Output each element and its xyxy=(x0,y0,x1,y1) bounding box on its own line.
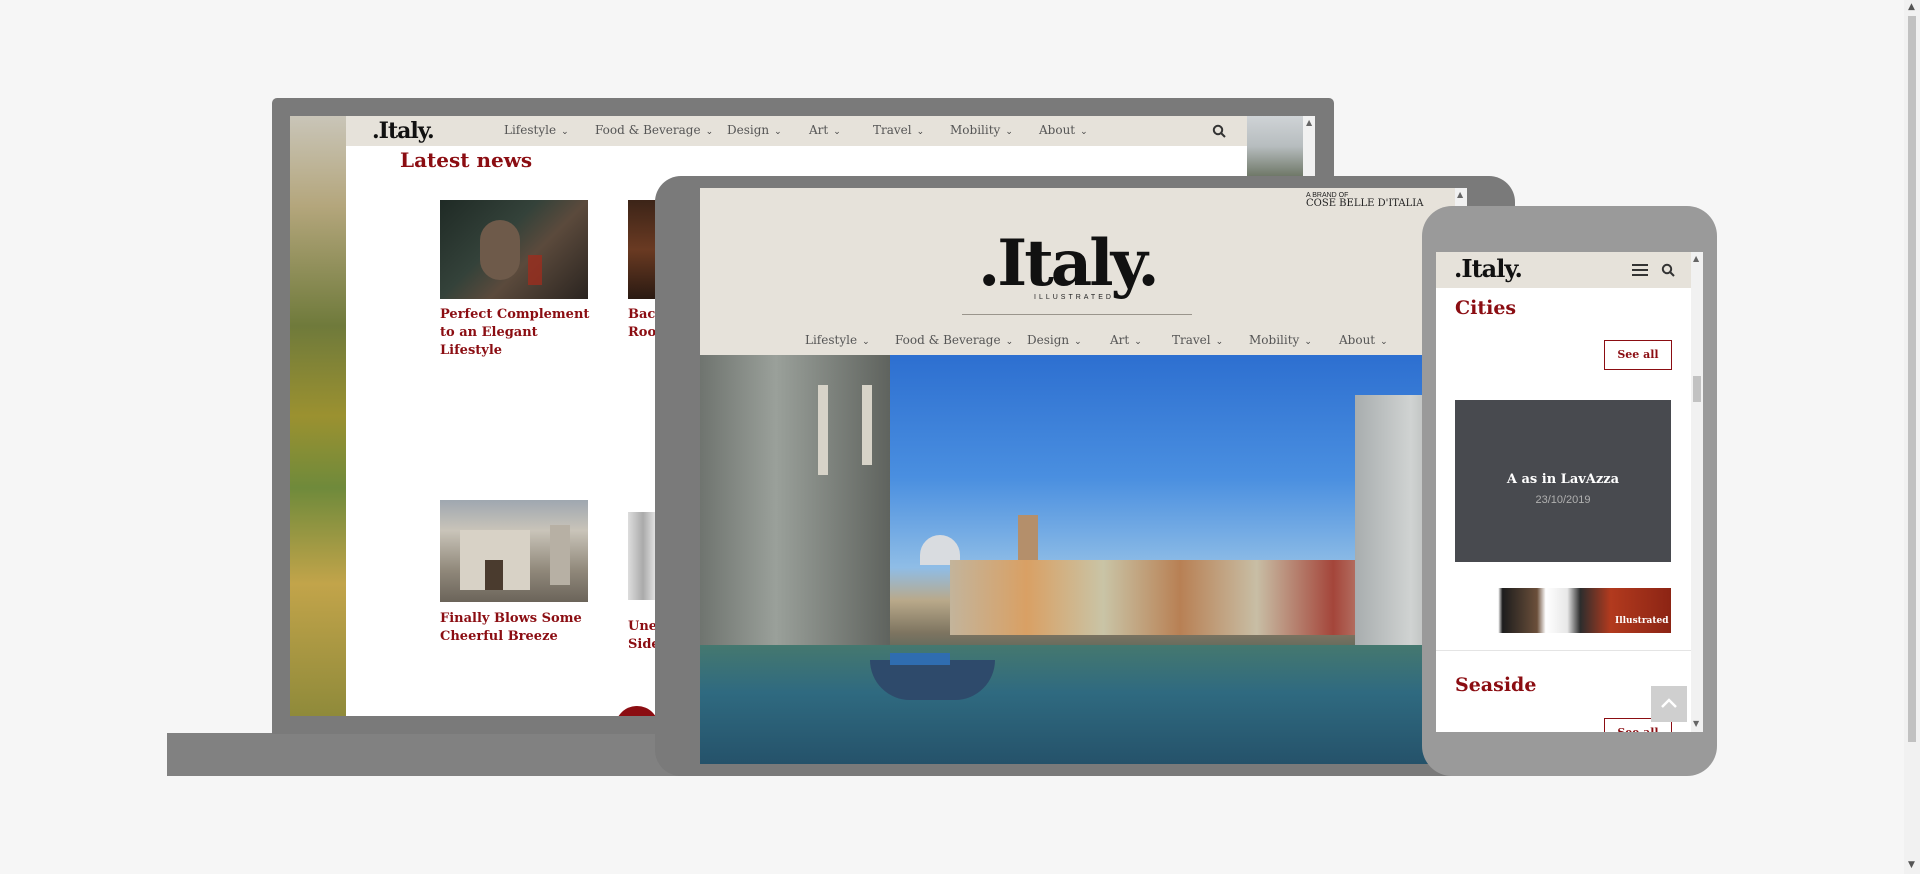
hamburger-menu-icon[interactable] xyxy=(1632,264,1648,276)
article-card-title: A as in LavAzza xyxy=(1506,472,1620,487)
chevron-down-icon: ⌄ xyxy=(916,127,925,137)
scroll-down-arrow-icon[interactable]: ▼ xyxy=(1908,860,1915,870)
scrollbar-thumb[interactable] xyxy=(1693,376,1701,402)
logo-subtitle: ILLUSTRATED xyxy=(1034,294,1114,301)
scroll-up-arrow-icon[interactable]: ▲ xyxy=(1306,118,1312,127)
laptop-nav-bar: .Italy. Lifestyle ⌄ Food & Beverage ⌄ Desi… xyxy=(346,116,1247,146)
phone-screen: .Italy. Cities See all A as in LavAzza 2… xyxy=(1436,252,1703,732)
chevron-down-icon: ⌄ xyxy=(561,127,569,137)
phone-nav-bar: .Italy. xyxy=(1436,252,1691,288)
promo-banner-text: Illustrated xyxy=(1615,616,1669,626)
article-title[interactable]: Perfect Complement to an Elegant Lifesty… xyxy=(440,306,590,360)
site-logo[interactable]: .Italy. xyxy=(372,118,435,144)
nav-mobility[interactable]: Mobility ⌄ xyxy=(950,123,1013,137)
see-all-button[interactable]: See all xyxy=(1604,340,1672,370)
article-title[interactable]: Finally Blows Some Cheerful Breeze xyxy=(440,610,590,646)
scroll-down-arrow-icon[interactable]: ▼ xyxy=(1693,719,1699,728)
chevron-down-icon: ⌄ xyxy=(1380,337,1388,347)
nav-mobility[interactable]: Mobility ⌄ xyxy=(1249,333,1312,347)
article-card[interactable]: A as in LavAzza 23/10/2019 xyxy=(1455,400,1671,562)
nav-about[interactable]: About ⌄ xyxy=(1339,333,1388,347)
landscape-background-right xyxy=(1247,116,1303,176)
nav-travel[interactable]: Travel ⌄ xyxy=(873,123,924,137)
venice-buildings-right xyxy=(950,560,1410,635)
logo-divider xyxy=(962,314,1192,315)
nav-food-beverage[interactable]: Food & Beverage ⌄ xyxy=(595,123,713,137)
scrollbar[interactable]: ▲ ▼ xyxy=(1691,252,1703,732)
article-title-partial[interactable]: Une Side xyxy=(628,618,658,654)
site-logo-large[interactable]: .Italy. xyxy=(978,226,1160,301)
search-icon[interactable] xyxy=(1661,263,1675,277)
section-divider xyxy=(1436,650,1691,651)
nav-art[interactable]: Art ⌄ xyxy=(809,123,841,137)
chevron-down-icon: ⌄ xyxy=(1215,337,1224,347)
nav-food-beverage[interactable]: Food & Beverage ⌄ xyxy=(895,333,1013,347)
scroll-to-top-button-partial[interactable] xyxy=(615,706,659,716)
nav-design[interactable]: Design ⌄ xyxy=(1027,333,1082,347)
nav-about[interactable]: About ⌄ xyxy=(1039,123,1088,137)
chevron-down-icon: ⌄ xyxy=(862,337,870,347)
article-image-building[interactable] xyxy=(440,500,588,602)
section-title-seaside: Seaside xyxy=(1455,674,1537,696)
nav-lifestyle[interactable]: Lifestyle ⌄ xyxy=(504,123,569,137)
article-card-date: 23/10/2019 xyxy=(1535,494,1591,506)
tablet-screen: A BRAND OF COSE BELLE D'ITALIA .Italy. I… xyxy=(700,188,1467,764)
section-title-cities: Cities xyxy=(1455,297,1517,319)
chevron-up-icon xyxy=(1661,698,1677,708)
chevron-down-icon: ⌄ xyxy=(1005,337,1014,347)
article-image-partial[interactable] xyxy=(628,200,658,299)
promo-banner[interactable]: Illustrated xyxy=(1455,588,1671,633)
back-to-top-button[interactable] xyxy=(1651,686,1687,722)
landscape-background-left xyxy=(290,116,346,716)
site-logo[interactable]: .Italy. xyxy=(1454,254,1523,283)
section-title-latest-news: Latest news xyxy=(400,148,533,172)
chevron-down-icon: ⌄ xyxy=(705,127,714,137)
article-image-partial[interactable] xyxy=(628,512,658,600)
article-image-portrait[interactable] xyxy=(440,200,588,299)
nav-travel[interactable]: Travel ⌄ xyxy=(1172,333,1223,347)
scroll-up-arrow-icon[interactable]: ▲ xyxy=(1457,190,1463,199)
scroll-up-arrow-icon[interactable]: ▲ xyxy=(1908,2,1915,12)
hero-image-venice xyxy=(700,355,1467,764)
chevron-down-icon: ⌄ xyxy=(1304,337,1312,347)
nav-lifestyle[interactable]: Lifestyle ⌄ xyxy=(805,333,870,347)
brand-of-label: A BRAND OF COSE BELLE D'ITALIA xyxy=(1306,192,1424,209)
scrollbar-thumb[interactable] xyxy=(1908,16,1916,742)
search-icon[interactable] xyxy=(1212,124,1226,138)
chevron-down-icon: ⌄ xyxy=(1005,127,1013,137)
chevron-down-icon: ⌄ xyxy=(1134,337,1142,347)
chevron-down-icon: ⌄ xyxy=(774,127,782,137)
article-title-partial[interactable]: Bacl Roo xyxy=(628,306,658,342)
chevron-down-icon: ⌄ xyxy=(1074,337,1082,347)
scroll-up-arrow-icon[interactable]: ▲ xyxy=(1693,254,1699,263)
chevron-down-icon: ⌄ xyxy=(1080,127,1088,137)
page-scrollbar[interactable]: ▲ ▼ xyxy=(1904,0,1920,874)
nav-design[interactable]: Design ⌄ xyxy=(727,123,782,137)
venice-canal-water xyxy=(700,645,1467,764)
chevron-down-icon: ⌄ xyxy=(833,127,841,137)
nav-art[interactable]: Art ⌄ xyxy=(1110,333,1142,347)
